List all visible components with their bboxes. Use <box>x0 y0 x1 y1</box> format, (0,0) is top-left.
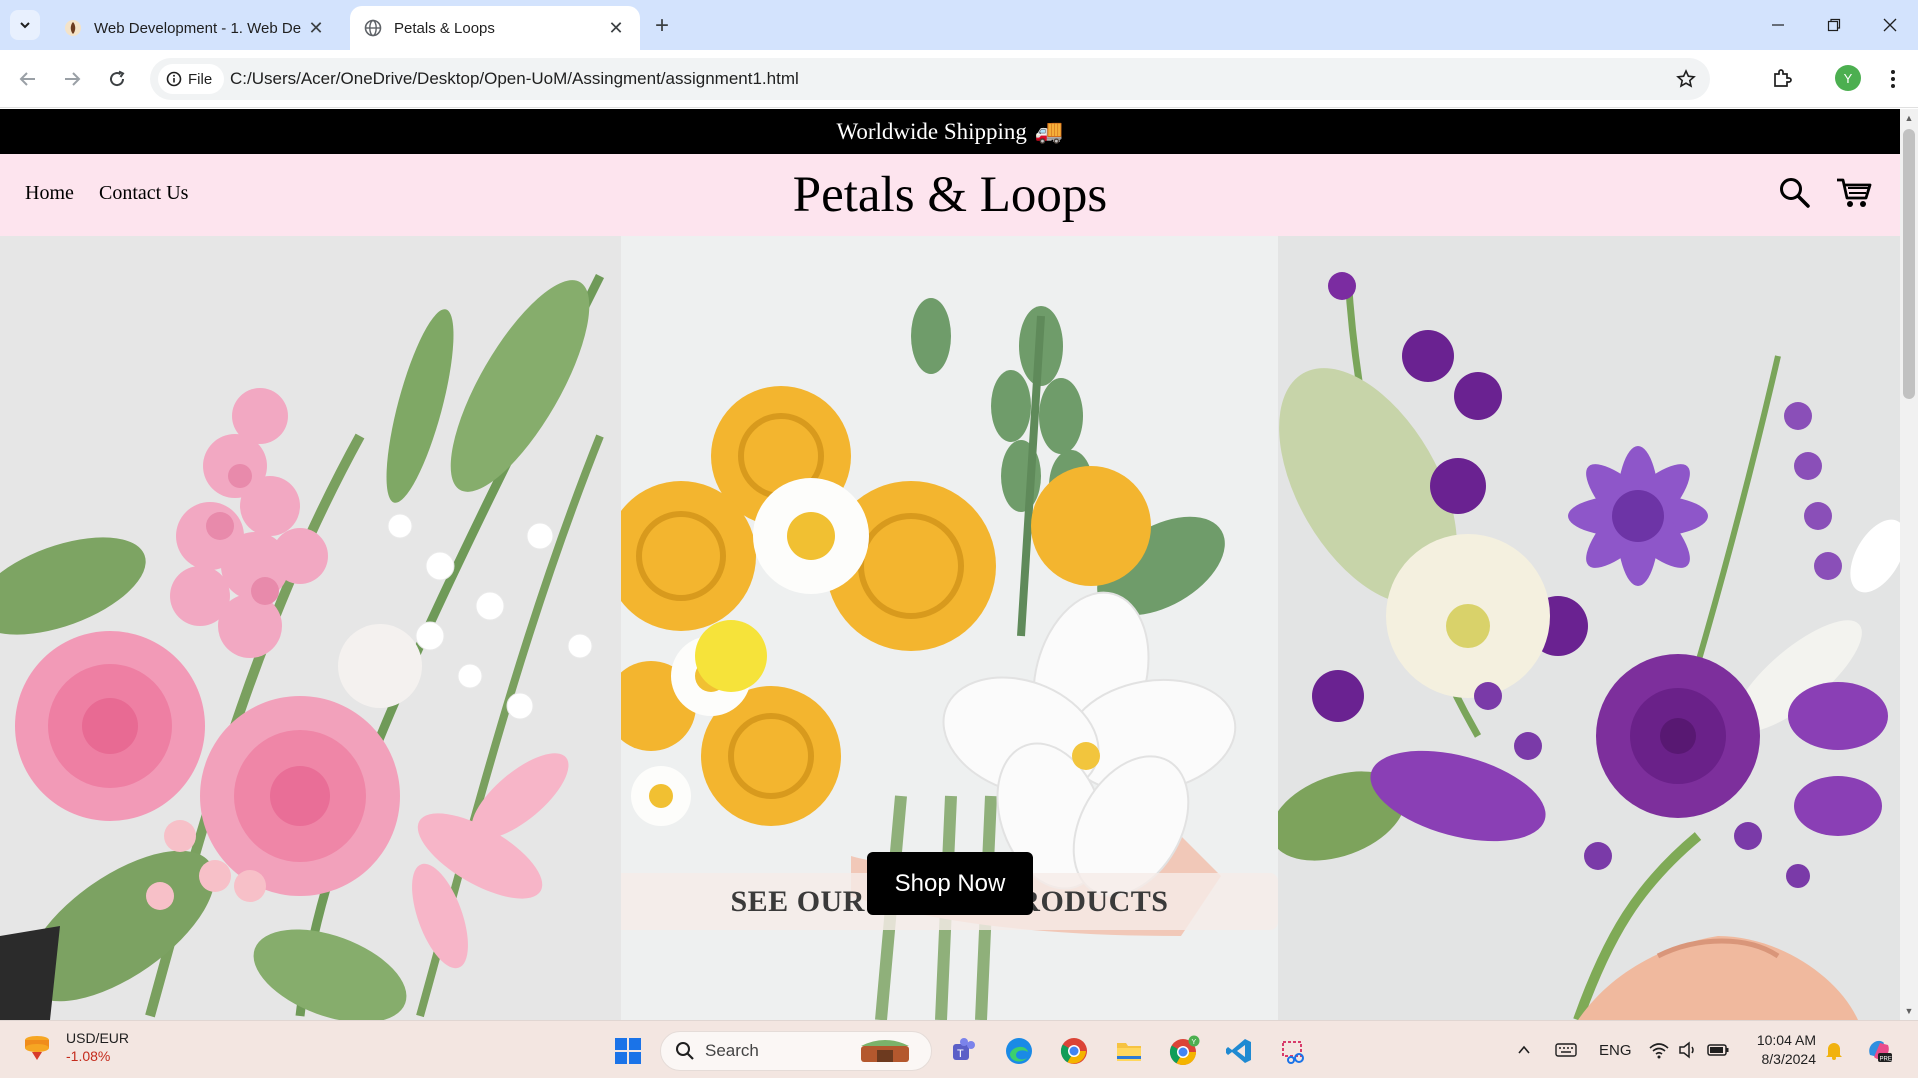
show-hidden-icons-button[interactable] <box>1516 1021 1532 1078</box>
extensions-button[interactable] <box>1766 63 1798 95</box>
minimize-button[interactable] <box>1750 0 1806 50</box>
browser-menu-button[interactable] <box>1877 63 1909 95</box>
back-button[interactable] <box>12 63 44 95</box>
snipping-tool-app-icon[interactable] <box>1274 1031 1314 1071</box>
site-header: Home Contact Us Petals & Loops <box>0 154 1900 236</box>
info-icon <box>166 71 182 87</box>
svg-text:Y: Y <box>1192 1039 1197 1046</box>
network-volume-battery-group[interactable] <box>1648 1021 1730 1078</box>
restore-button[interactable] <box>1806 0 1862 50</box>
puzzle-icon <box>1774 69 1792 87</box>
bell-icon <box>1826 1043 1842 1060</box>
star-icon <box>1676 69 1696 88</box>
teams-icon: T <box>953 1038 975 1060</box>
globe-icon <box>364 19 382 37</box>
tab-web-development[interactable]: Web Development - 1. Web De ✕ <box>50 6 340 50</box>
site-info-chip[interactable]: File <box>158 64 225 94</box>
copilot-button[interactable]: PRE <box>1864 1021 1894 1078</box>
wifi-icon <box>1649 1043 1669 1059</box>
brand-title[interactable]: Petals & Loops <box>793 167 1108 223</box>
tab-title: Petals & Loops <box>394 19 495 37</box>
taskbar-search-placeholder: Search <box>705 1041 759 1060</box>
chrome-icon <box>1060 1038 1087 1064</box>
restore-icon <box>1827 18 1841 32</box>
snipping-tool-icon <box>1282 1041 1304 1064</box>
svg-text:PRE: PRE <box>1880 1057 1892 1063</box>
vscode-icon <box>1226 1039 1251 1063</box>
scroll-up-arrow-icon[interactable]: ▲ <box>1900 109 1918 127</box>
teams-app-icon[interactable]: T <box>944 1031 984 1071</box>
close-icon <box>1883 18 1897 32</box>
chip-label: File <box>188 70 213 88</box>
edge-app-icon[interactable] <box>999 1031 1039 1071</box>
chrome-app-icon[interactable] <box>1054 1031 1094 1071</box>
reload-icon <box>110 70 125 87</box>
shopping-cart-icon[interactable] <box>1836 176 1872 210</box>
shipping-announcement-bar: Worldwide Shipping 🚚 <box>0 109 1900 154</box>
new-tab-button[interactable]: + <box>648 12 676 40</box>
language-indicator[interactable]: ENG <box>1599 1021 1632 1078</box>
currency-change-value: -1.08% <box>66 1048 111 1064</box>
chrome-profile-icon: Y <box>1169 1035 1200 1066</box>
more-vertical-icon <box>1891 70 1895 88</box>
system-clock[interactable]: 10:04 AM 8/3/2024 <box>1750 1031 1816 1069</box>
chevron-up-icon <box>1518 1045 1530 1054</box>
scrollbar-thumb[interactable] <box>1903 129 1915 399</box>
touch-keyboard-button[interactable] <box>1555 1021 1577 1078</box>
battery-icon <box>1707 1044 1729 1056</box>
clock-date: 8/3/2024 <box>1761 1051 1817 1067</box>
windows-logo-icon <box>615 1038 641 1064</box>
copilot-icon: PRE <box>1869 1040 1892 1063</box>
svg-text:T: T <box>957 1048 964 1060</box>
currency-pair-label: USD/EUR <box>66 1030 130 1046</box>
edge-icon <box>1006 1038 1032 1064</box>
arrow-right-icon <box>65 72 81 86</box>
nav-contact-link[interactable]: Contact Us <box>99 182 188 205</box>
url-text[interactable]: C:/Users/Acer/OneDrive/Desktop/Open-UoM/… <box>230 58 799 100</box>
clock-time: 10:04 AM <box>1756 1032 1816 1048</box>
close-window-button[interactable] <box>1862 0 1918 50</box>
profile-avatar[interactable]: Y <box>1835 65 1861 91</box>
nav-home-link[interactable]: Home <box>25 182 74 205</box>
bookmark-button[interactable] <box>1674 67 1698 91</box>
arrow-left-icon <box>19 72 35 86</box>
currency-stack-icon <box>25 1036 49 1060</box>
tab-petals-loops[interactable]: Petals & Loops ✕ <box>350 6 640 50</box>
brand-logo: Petals & Loops <box>0 166 1900 224</box>
tab-search-button[interactable] <box>10 10 40 40</box>
shop-now-button[interactable]: Shop Now <box>867 852 1033 915</box>
purple-bouquet-image <box>1278 236 1900 1020</box>
reload-button[interactable] <box>101 63 133 95</box>
browser-toolbar: File C:/Users/Acer/OneDrive/Desktop/Open… <box>0 50 1918 108</box>
scroll-down-arrow-icon[interactable]: ▼ <box>1900 1002 1918 1020</box>
volume-icon <box>1679 1041 1694 1059</box>
currency-widget[interactable]: USD/EUR -1.08% <box>20 1029 129 1065</box>
start-button[interactable] <box>608 1031 648 1071</box>
file-explorer-app-icon[interactable] <box>1109 1031 1149 1071</box>
close-tab-icon[interactable]: ✕ <box>306 18 326 38</box>
page-scrollbar[interactable]: ▲ ▼ <box>1900 109 1918 1020</box>
forward-button[interactable] <box>56 63 88 95</box>
chrome-profile-app-icon[interactable]: Y <box>1164 1031 1204 1071</box>
search-highlight-icon <box>861 1040 909 1062</box>
notifications-button[interactable] <box>1824 1021 1844 1078</box>
folder-icon <box>1117 1043 1141 1061</box>
keyboard-icon <box>1555 1043 1577 1057</box>
minimize-icon <box>1772 24 1784 26</box>
chevron-down-icon <box>20 22 30 29</box>
tab-strip: Web Development - 1. Web De ✕ Petals & L… <box>0 0 1918 50</box>
tab-title: Web Development - 1. Web De <box>94 19 302 37</box>
site-favicon-icon <box>65 20 81 36</box>
close-tab-icon[interactable]: ✕ <box>606 18 626 38</box>
delivery-truck-emoji: 🚚 <box>1034 119 1064 144</box>
address-bar[interactable]: File C:/Users/Acer/OneDrive/Desktop/Open… <box>150 58 1710 100</box>
taskbar-search-box[interactable]: Search <box>660 1031 932 1071</box>
pink-bouquet-image <box>0 236 621 1020</box>
vscode-app-icon[interactable] <box>1219 1031 1259 1071</box>
windows-taskbar: USD/EUR -1.08% Search T Y ENG 10:04 AM 8… <box>0 1020 1918 1078</box>
search-icon <box>676 1042 694 1060</box>
shipping-text: Worldwide Shipping <box>836 118 1027 144</box>
search-icon[interactable] <box>1778 176 1812 210</box>
